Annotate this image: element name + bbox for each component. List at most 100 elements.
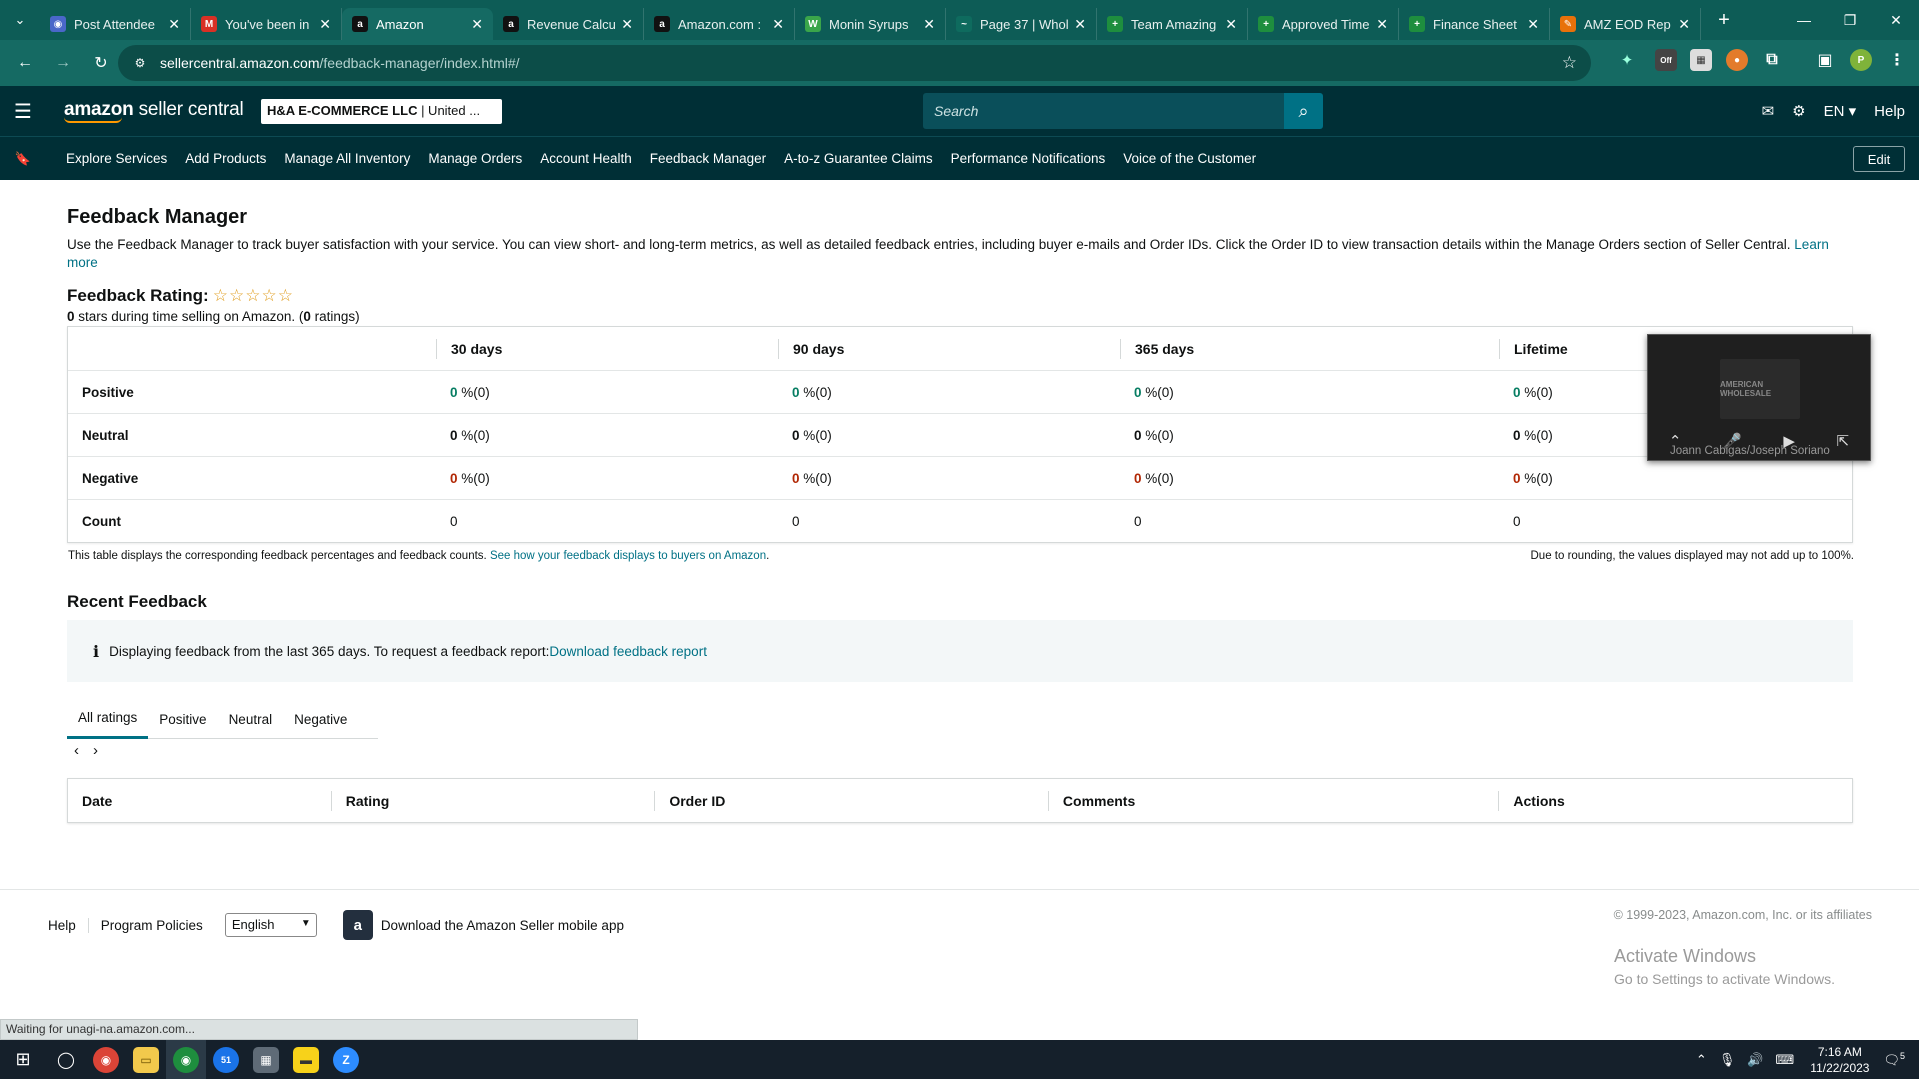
amazon-app-icon[interactable]: a (342, 910, 373, 940)
close-tab-icon[interactable]: ✕ (1527, 16, 1539, 33)
tab-negative[interactable]: Negative (283, 699, 358, 739)
nav-item-explore-services[interactable]: Explore Services (66, 151, 167, 166)
footer-help-link[interactable]: Help (48, 917, 89, 933)
edit-nav-button[interactable]: Edit (1853, 146, 1905, 172)
help-link[interactable]: Help (1874, 103, 1905, 120)
reload-icon[interactable]: ↻ (88, 53, 114, 73)
url-host: sellercentral.amazon.com (160, 55, 320, 71)
close-tab-icon[interactable]: ✕ (319, 16, 331, 33)
close-tab-icon[interactable]: ✕ (1074, 16, 1086, 33)
program-policies-link[interactable]: Program Policies (89, 918, 215, 933)
calculator-icon[interactable]: ▦ (246, 1040, 286, 1079)
browser-tab[interactable]: a Amazon.com : ✕ (644, 8, 795, 40)
close-tab-icon[interactable]: ✕ (1678, 16, 1690, 33)
file-explorer-icon[interactable]: ▭ (126, 1040, 166, 1079)
extension-puzzle-blue-icon[interactable]: ✦ (1616, 49, 1638, 71)
zoom-video-overlay[interactable]: AMERICAN WHOLESALE ⌃ 🎤 ▶ ⇱ Joann Cabigas… (1647, 334, 1871, 461)
close-window-icon[interactable]: ✕ (1873, 0, 1919, 40)
notification-center-icon[interactable]: 🗨5 (1883, 1051, 1905, 1068)
info-alert: i Displaying feedback from the last 365 … (67, 620, 1853, 682)
close-tab-icon[interactable]: ✕ (923, 16, 935, 33)
browser-tab[interactable]: ~ Page 37 | Whol ✕ (946, 8, 1097, 40)
settings-gear-icon[interactable]: ⚙ (1792, 102, 1805, 120)
nav-item-account-health[interactable]: Account Health (540, 151, 632, 166)
nav-item-manage-orders[interactable]: Manage Orders (428, 151, 522, 166)
address-bar[interactable]: ⚙ sellercentral.amazon.com/feedback-mana… (118, 45, 1591, 81)
bookmark-star-icon[interactable]: ☆ (1562, 53, 1577, 73)
extensions-puzzle-icon[interactable]: ⧉ (1761, 49, 1783, 71)
close-tab-icon[interactable]: ✕ (471, 16, 483, 33)
close-tab-icon[interactable]: ✕ (1225, 16, 1237, 33)
next-page-icon[interactable]: › (93, 742, 98, 759)
column-header-date[interactable]: Date (68, 791, 331, 811)
hamburger-menu-icon[interactable]: ☰ (0, 99, 46, 124)
tab-positive[interactable]: Positive (148, 699, 217, 739)
close-tab-icon[interactable]: ✕ (1376, 16, 1388, 33)
tab-neutral[interactable]: Neutral (218, 699, 284, 739)
tab-all-ratings[interactable]: All ratings (67, 699, 149, 739)
browser-menu-icon[interactable]: ⋮ (1886, 49, 1908, 71)
browser-tab[interactable]: + Team Amazing ✕ (1097, 8, 1248, 40)
browser-tab[interactable]: + Approved Time ✕ (1248, 8, 1399, 40)
browser-tab[interactable]: a Revenue Calcu ✕ (493, 8, 644, 40)
close-tab-icon[interactable]: ✕ (772, 16, 784, 33)
column-header-actions[interactable]: Actions (1498, 790, 1852, 811)
column-header-rating[interactable]: Rating (330, 790, 655, 811)
search-button[interactable]: ⌕ (1284, 93, 1323, 129)
extension-circle-icon[interactable]: ● (1726, 49, 1748, 71)
chrome-profile-icon[interactable]: ◉ (166, 1040, 206, 1079)
profile-avatar[interactable]: P (1850, 49, 1872, 71)
nav-item-voice-of-the-customer[interactable]: Voice of the Customer (1123, 151, 1256, 166)
thunderbird-icon[interactable]: 51 (206, 1040, 246, 1079)
tab-search-icon[interactable]: ⌄ (0, 0, 40, 40)
nav-item-manage-all-inventory[interactable]: Manage All Inventory (284, 151, 410, 166)
column-header-comments[interactable]: Comments (1047, 790, 1498, 811)
new-tab-button[interactable]: + (1709, 9, 1739, 32)
chrome-icon[interactable]: ◉ (86, 1040, 126, 1079)
nav-item-a-to-z-guarantee-claims[interactable]: A-to-z Guarantee Claims (784, 151, 933, 166)
forward-icon[interactable]: → (50, 54, 76, 72)
share-screen-icon[interactable]: ⇱ (1837, 432, 1850, 450)
nav-item-add-products[interactable]: Add Products (185, 151, 266, 166)
microphone-icon[interactable]: 🎙 (1719, 1052, 1736, 1068)
logo-sub-text: seller central (133, 99, 244, 120)
nav-item-feedback-manager[interactable]: Feedback Manager (650, 151, 766, 166)
windows-start-icon[interactable]: ⊞ (0, 1040, 46, 1079)
restore-icon[interactable]: ❐ (1827, 0, 1873, 40)
seller-central-logo[interactable]: amazon seller central (64, 99, 244, 123)
side-panel-icon[interactable]: ▣ (1814, 49, 1836, 71)
footer-language-select[interactable]: English ▼ (224, 913, 317, 937)
sticky-notes-icon[interactable]: ▬ (286, 1040, 326, 1079)
extension-image-icon[interactable]: ▦ (1690, 49, 1712, 71)
search-circle-icon[interactable]: ◯ (46, 1040, 86, 1079)
download-feedback-report-link[interactable]: Download feedback report (549, 644, 707, 659)
download-app-link[interactable]: Download the Amazon Seller mobile app (381, 918, 624, 933)
mail-icon[interactable]: ✉ (1762, 102, 1775, 120)
close-tab-icon[interactable]: ✕ (621, 16, 633, 33)
intro-text: Use the Feedback Manager to track buyer … (67, 237, 1795, 252)
search-input[interactable]: Search (923, 93, 1286, 129)
browser-tab[interactable]: + Finance Sheet ✕ (1399, 8, 1550, 40)
zoom-icon[interactable]: Z (326, 1040, 366, 1079)
account-switcher[interactable]: H&A E-COMMERCE LLC | United ... (261, 99, 502, 124)
browser-tab[interactable]: W Monin Syrups ✕ (795, 8, 946, 40)
bookmark-icon[interactable]: 🔖 (0, 151, 46, 167)
site-info-icon[interactable]: ⚙ (132, 55, 148, 71)
close-tab-icon[interactable]: ✕ (168, 16, 180, 33)
language-selector[interactable]: EN ▾ (1824, 102, 1857, 120)
chevron-up-tray-icon[interactable]: ⌃ (1696, 1052, 1707, 1068)
column-header-order-id[interactable]: Order ID (654, 790, 1048, 811)
browser-tab[interactable]: a Amazon ✕ (342, 8, 493, 40)
back-icon[interactable]: ← (12, 54, 38, 72)
extension-off-icon[interactable]: Off (1655, 49, 1677, 71)
browser-tab[interactable]: M You've been in ✕ (191, 8, 342, 40)
browser-tab[interactable]: ◉ Post Attendee ✕ (40, 8, 191, 40)
volume-icon[interactable]: 🔊 (1747, 1052, 1763, 1068)
previous-page-icon[interactable]: ‹ (74, 742, 79, 759)
keyboard-icon[interactable]: ⌨ (1776, 1052, 1795, 1068)
browser-tab[interactable]: ✎ AMZ EOD Rep ✕ (1550, 8, 1701, 40)
minimize-icon[interactable]: — (1781, 0, 1827, 40)
see-how-feedback-displays-link[interactable]: See how your feedback displays to buyers… (490, 550, 766, 562)
nav-item-performance-notifications[interactable]: Performance Notifications (951, 151, 1106, 166)
clock[interactable]: 7:16 AM 11/22/2023 (1810, 1044, 1869, 1076)
